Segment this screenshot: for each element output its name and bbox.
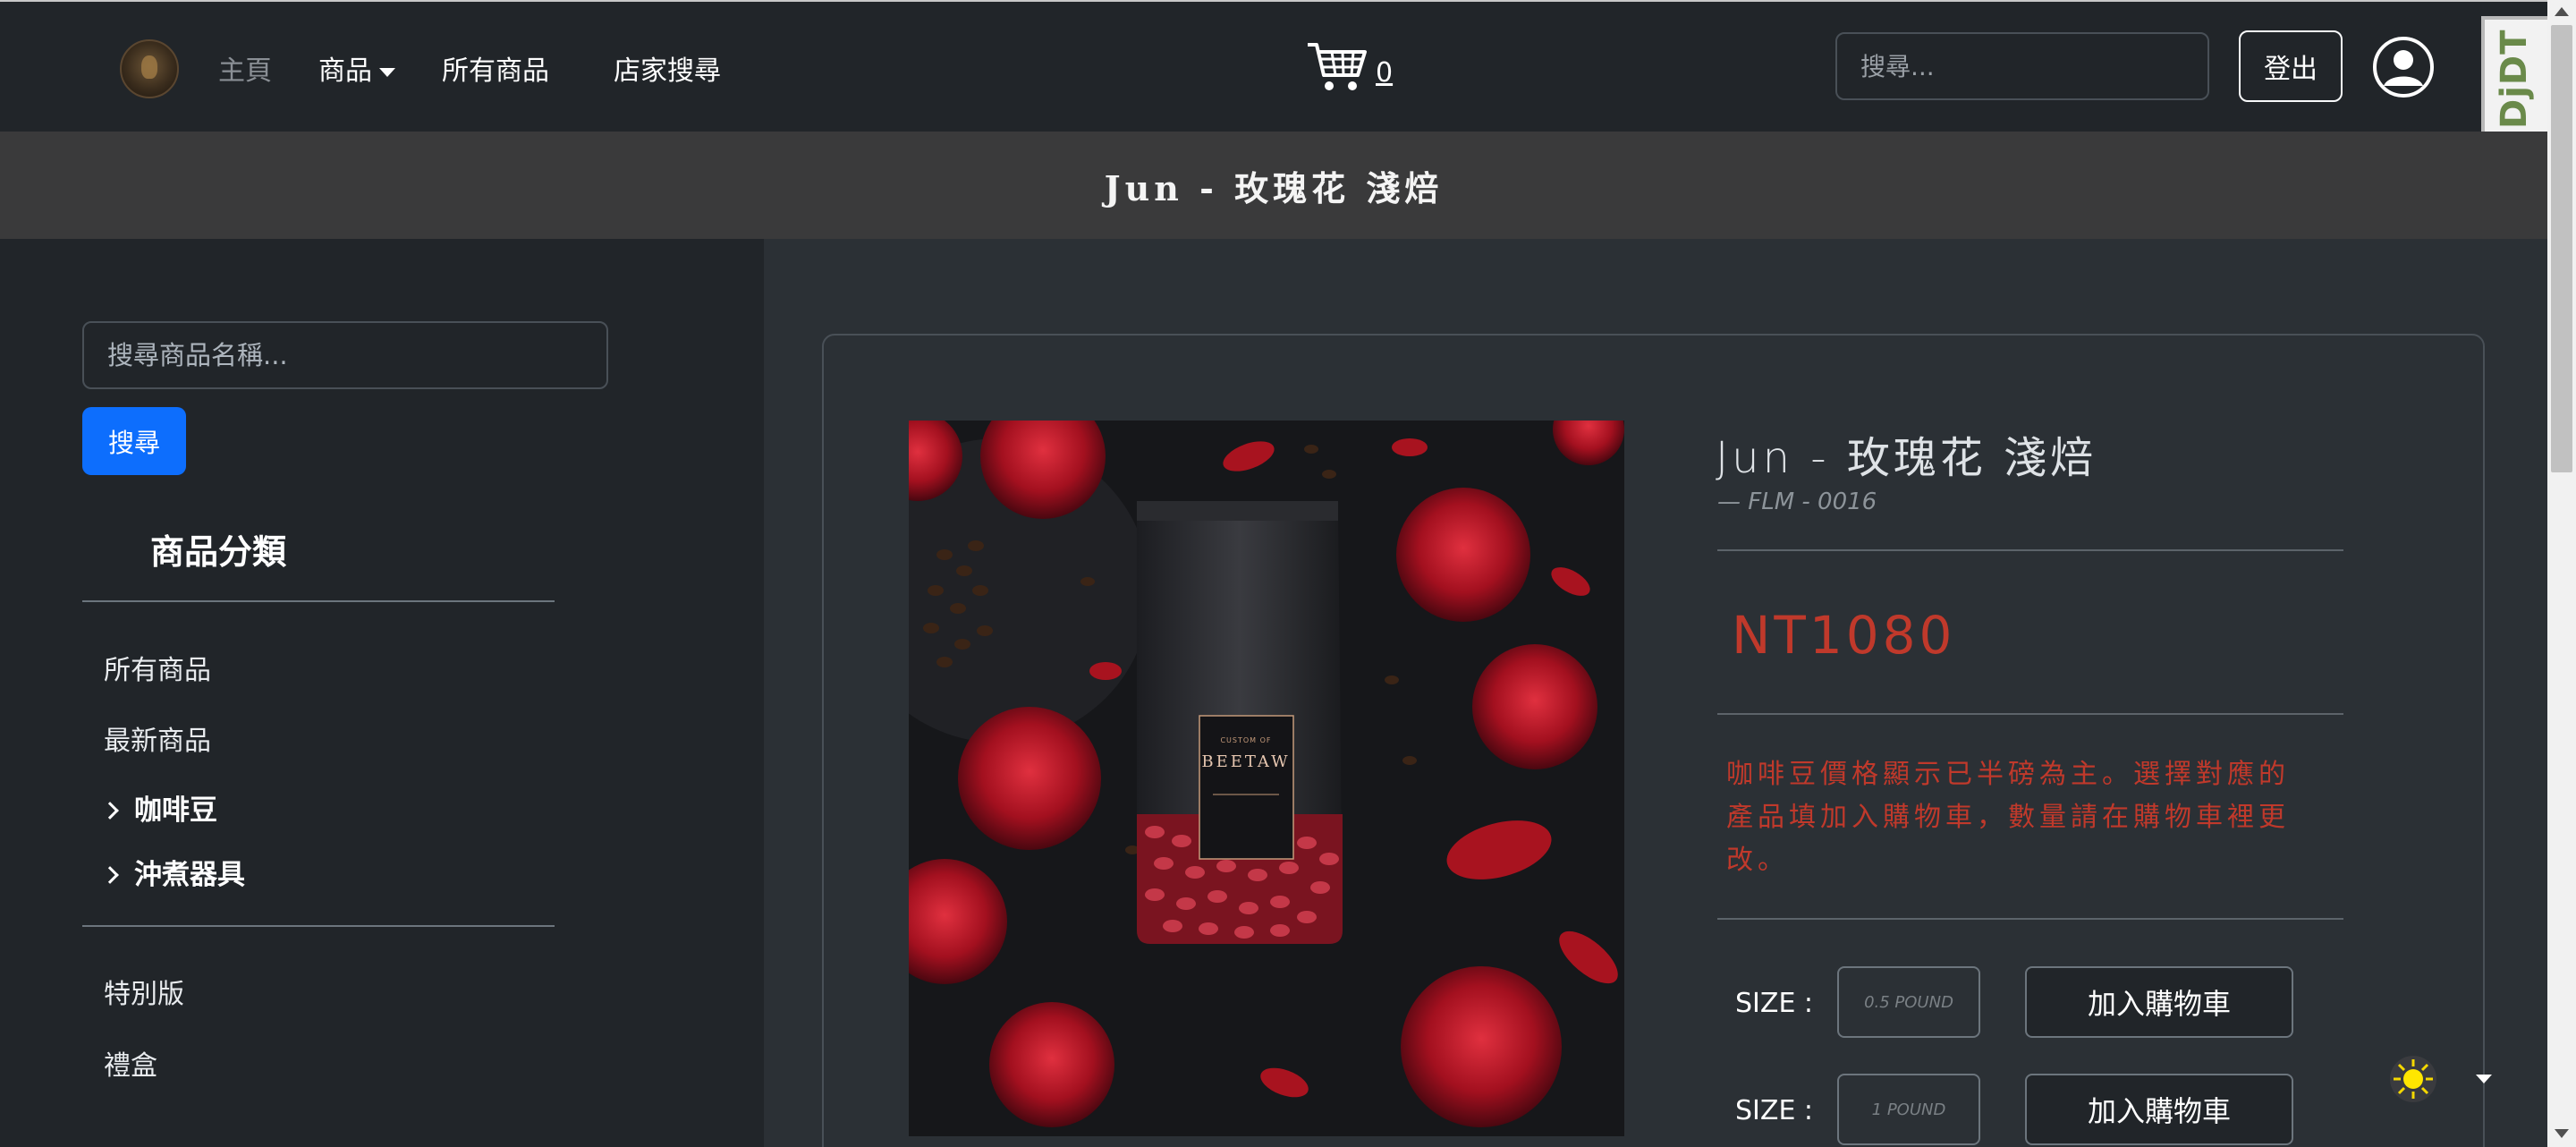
size-value-box: 1 POUND bbox=[1837, 1074, 1980, 1145]
nav-store-search[interactable]: 店家搜尋 bbox=[614, 48, 721, 88]
size-value-box: 0.5 POUND bbox=[1837, 966, 1980, 1038]
scrollbar-thumb[interactable] bbox=[2551, 25, 2572, 472]
add-to-cart-button[interactable]: 加入購物車 bbox=[2025, 1074, 2293, 1145]
cart-count[interactable]: 0 bbox=[1376, 57, 1393, 89]
product-search-button[interactable]: 搜尋 bbox=[82, 407, 186, 475]
debug-toolbar-label: DjDT bbox=[2494, 29, 2535, 129]
divider bbox=[1717, 918, 2343, 920]
sidebar-item-label: 咖啡豆 bbox=[134, 794, 217, 827]
product-name: Jun - 玫瑰花 淺焙 bbox=[1716, 433, 2097, 483]
page-title: Jun - 玫瑰花 淺焙 bbox=[1104, 167, 1444, 208]
divider bbox=[1717, 713, 2343, 715]
caret-down-icon bbox=[379, 67, 395, 77]
sidebar-divider bbox=[82, 925, 555, 927]
scroll-down-arrow-icon[interactable] bbox=[2555, 1129, 2569, 1138]
chevron-right-icon bbox=[101, 866, 119, 884]
nav-products-label: 商品 bbox=[318, 55, 372, 87]
add-to-cart-button[interactable]: 加入購物車 bbox=[2025, 966, 2293, 1038]
logout-button[interactable]: 登出 bbox=[2239, 30, 2343, 102]
scroll-up-arrow-icon[interactable] bbox=[2555, 7, 2569, 16]
sidebar-item-all-products[interactable]: 所有商品 bbox=[104, 648, 211, 687]
cart-icon[interactable] bbox=[1306, 39, 1368, 95]
size-label: SIZE : bbox=[1735, 988, 1814, 1019]
nav-all-products[interactable]: 所有商品 bbox=[442, 48, 549, 88]
sidebar-item-special-edition[interactable]: 特別版 bbox=[104, 972, 184, 1011]
product-search-input[interactable] bbox=[82, 321, 608, 389]
brand-logo[interactable] bbox=[120, 39, 179, 98]
user-circle-icon[interactable] bbox=[2372, 36, 2435, 98]
product-price: NT1080 bbox=[1732, 605, 1956, 666]
divider bbox=[1717, 549, 2343, 551]
bag-brand-text: BEETAW bbox=[1201, 752, 1290, 771]
product-image: CUSTOM OF BEETAW bbox=[909, 421, 1624, 1136]
navbar-search-input[interactable] bbox=[1835, 32, 2209, 100]
page-title-bar: Jun - 玫瑰花 淺焙 bbox=[0, 132, 2547, 239]
sidebar-divider bbox=[82, 600, 555, 602]
product-sku: — FLM - 0016 bbox=[1717, 489, 1877, 515]
nav-products-dropdown[interactable]: 商品 bbox=[318, 48, 395, 88]
sidebar-item-coffee-beans[interactable]: 咖啡豆 bbox=[101, 787, 217, 828]
nav-home[interactable]: 主頁 bbox=[218, 48, 272, 88]
chevron-right-icon bbox=[101, 802, 119, 820]
price-note: 咖啡豆價格顯示已半磅為主。選擇對應的產品填加入購物車，數量請在購物車裡更改。 bbox=[1726, 759, 2290, 876]
theme-dropdown-caret-icon[interactable] bbox=[2476, 1075, 2492, 1083]
sun-icon[interactable] bbox=[2388, 1054, 2438, 1104]
sidebar-item-label: 沖煮器具 bbox=[134, 859, 245, 891]
category-heading: 商品分類 bbox=[150, 532, 287, 572]
sidebar-item-gift-box[interactable]: 禮盒 bbox=[104, 1043, 157, 1083]
sidebar-item-brewing-equipment[interactable]: 沖煮器具 bbox=[101, 852, 245, 892]
sidebar-item-new-products[interactable]: 最新商品 bbox=[104, 718, 211, 758]
bag-tag-text: CUSTOM OF bbox=[1220, 736, 1271, 744]
size-label: SIZE : bbox=[1735, 1095, 1814, 1126]
